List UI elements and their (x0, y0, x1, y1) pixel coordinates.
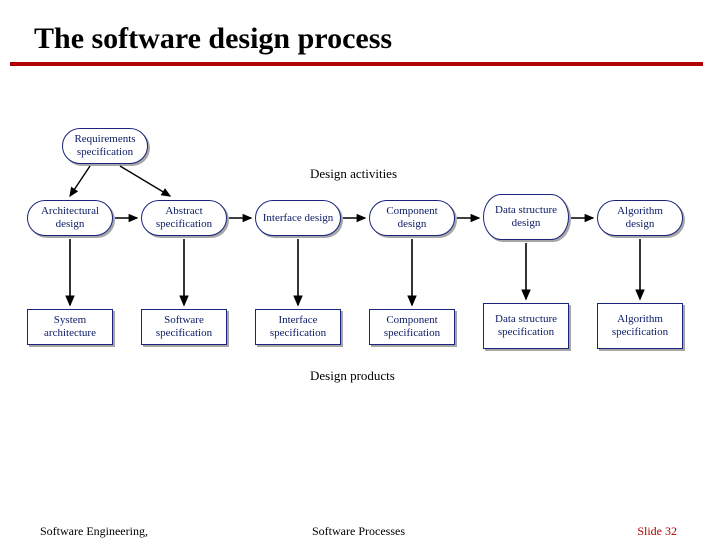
diagram-area: Requirements specification Design activi… (0, 66, 717, 466)
activity-abstract-spec: Abstract specification (141, 200, 227, 236)
caption-products: Design products (310, 368, 395, 384)
product-component-spec: Component specification (369, 309, 455, 345)
activity-architectural: Architectural design (27, 200, 113, 236)
activity-interface: Interface design (255, 200, 341, 236)
caption-activities: Design activities (310, 166, 397, 182)
flow-arrows (0, 66, 717, 466)
product-software-spec: Software specification (141, 309, 227, 345)
product-data-structure-spec: Data structure specification (483, 303, 569, 349)
slide-title: The software design process (10, 0, 703, 66)
activity-algorithm: Algorithm design (597, 200, 683, 236)
product-interface-spec: Interface specification (255, 309, 341, 345)
activity-data-structure: Data structure design (483, 194, 569, 240)
product-system-arch: System architecture (27, 309, 113, 345)
footer-right: Slide 32 (637, 524, 677, 539)
footer-center: Software Processes (312, 524, 405, 539)
activity-component: Component design (369, 200, 455, 236)
footer-left: Software Engineering, (40, 524, 148, 539)
product-algorithm-spec: Algorithm specification (597, 303, 683, 349)
input-node: Requirements specification (62, 128, 148, 164)
